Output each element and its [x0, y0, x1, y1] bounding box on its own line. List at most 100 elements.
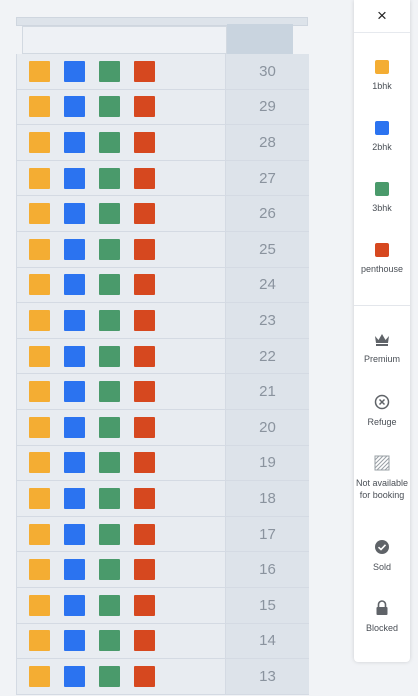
unit-penthouse[interactable] — [134, 487, 155, 509]
unit-3bhk[interactable] — [99, 452, 120, 474]
unit-2bhk[interactable] — [64, 523, 85, 545]
unit-3bhk[interactable] — [99, 559, 120, 581]
unit-2bhk[interactable] — [64, 167, 85, 189]
unit-2bhk[interactable] — [64, 665, 85, 687]
symbol-premium: Premium — [354, 333, 410, 365]
unit-1bhk[interactable] — [29, 203, 50, 225]
unit-2bhk[interactable] — [64, 60, 85, 82]
unit-2bhk[interactable] — [64, 630, 85, 652]
unit-3bhk[interactable] — [99, 60, 120, 82]
floor-row: 17 — [16, 516, 309, 553]
unit-penthouse[interactable] — [134, 416, 155, 438]
unit-penthouse[interactable] — [134, 96, 155, 118]
unit-3bhk[interactable] — [99, 167, 120, 189]
unit-2bhk[interactable] — [64, 594, 85, 616]
unit-1bhk[interactable] — [29, 238, 50, 260]
unit-penthouse[interactable] — [134, 167, 155, 189]
unit-penthouse[interactable] — [134, 665, 155, 687]
unit-3bhk[interactable] — [99, 345, 120, 367]
unit-penthouse[interactable] — [134, 238, 155, 260]
unit-3bhk[interactable] — [99, 274, 120, 296]
floor-number: 30 — [226, 54, 309, 89]
floor-units — [16, 623, 226, 659]
unit-1bhk[interactable] — [29, 345, 50, 367]
symbol-blocked: Blocked — [354, 600, 410, 634]
floor-row: 18 — [16, 481, 309, 517]
unit-penthouse[interactable] — [134, 523, 155, 545]
unit-2bhk[interactable] — [64, 274, 85, 296]
legend-label: 3bhk — [372, 203, 392, 213]
unit-1bhk[interactable] — [29, 381, 50, 403]
unit-penthouse[interactable] — [134, 203, 155, 225]
unit-1bhk[interactable] — [29, 523, 50, 545]
unit-2bhk[interactable] — [64, 452, 85, 474]
unit-2bhk[interactable] — [64, 381, 85, 403]
unit-penthouse[interactable] — [134, 452, 155, 474]
unit-penthouse[interactable] — [134, 559, 155, 581]
unit-3bhk[interactable] — [99, 487, 120, 509]
unit-3bhk[interactable] — [99, 523, 120, 545]
unit-2bhk[interactable] — [64, 238, 85, 260]
unit-3bhk[interactable] — [99, 203, 120, 225]
unit-2bhk[interactable] — [64, 96, 85, 118]
unit-penthouse[interactable] — [134, 60, 155, 82]
unit-2bhk[interactable] — [64, 309, 85, 331]
legend-item-1bhk[interactable]: 1bhk — [354, 60, 410, 91]
unit-3bhk[interactable] — [99, 96, 120, 118]
legend-item-2bhk[interactable]: 2bhk — [354, 121, 410, 152]
unit-3bhk[interactable] — [99, 630, 120, 652]
floor-number: 22 — [226, 338, 309, 374]
floor-units — [16, 374, 226, 409]
floor-number: 24 — [226, 267, 309, 303]
unit-1bhk[interactable] — [29, 167, 50, 189]
legend-item-3bhk[interactable]: 3bhk — [354, 182, 410, 213]
unit-1bhk[interactable] — [29, 594, 50, 616]
unit-1bhk[interactable] — [29, 559, 50, 581]
floor-units — [16, 125, 226, 160]
unit-1bhk[interactable] — [29, 416, 50, 438]
unit-1bhk[interactable] — [29, 96, 50, 118]
floor-row: 25 — [16, 231, 309, 268]
unit-2bhk[interactable] — [64, 487, 85, 509]
unit-penthouse[interactable] — [134, 381, 155, 403]
unit-penthouse[interactable] — [134, 345, 155, 367]
floor-units — [16, 481, 226, 516]
close-button[interactable]: × — [354, 0, 410, 33]
unit-2bhk[interactable] — [64, 203, 85, 225]
unit-3bhk[interactable] — [99, 665, 120, 687]
unit-3bhk[interactable] — [99, 238, 120, 260]
unit-1bhk[interactable] — [29, 60, 50, 82]
unit-1bhk[interactable] — [29, 309, 50, 331]
unit-3bhk[interactable] — [99, 594, 120, 616]
unit-3bhk[interactable] — [99, 416, 120, 438]
unit-penthouse[interactable] — [134, 309, 155, 331]
unit-1bhk[interactable] — [29, 274, 50, 296]
unit-1bhk[interactable] — [29, 665, 50, 687]
unit-1bhk[interactable] — [29, 487, 50, 509]
unit-1bhk[interactable] — [29, 630, 50, 652]
unit-1bhk[interactable] — [29, 452, 50, 474]
unit-2bhk[interactable] — [64, 345, 85, 367]
unit-1bhk[interactable] — [29, 131, 50, 153]
unit-penthouse[interactable] — [134, 131, 155, 153]
unit-3bhk[interactable] — [99, 131, 120, 153]
unit-3bhk[interactable] — [99, 381, 120, 403]
unit-penthouse[interactable] — [134, 274, 155, 296]
floor-units — [16, 267, 226, 303]
unit-penthouse[interactable] — [134, 594, 155, 616]
floor-units — [16, 409, 226, 445]
floor-units — [16, 160, 226, 196]
unit-2bhk[interactable] — [64, 416, 85, 438]
legend-item-penthouse[interactable]: penthouse — [354, 243, 410, 274]
floor-number: 18 — [226, 481, 309, 516]
unit-penthouse[interactable] — [134, 630, 155, 652]
symbol-label: Blocked — [365, 623, 399, 633]
legend-label: 2bhk — [372, 142, 392, 152]
floor-number: 21 — [226, 374, 309, 409]
unit-2bhk[interactable] — [64, 131, 85, 153]
floor-number: 27 — [226, 160, 309, 196]
unit-3bhk[interactable] — [99, 309, 120, 331]
floor-row: 14 — [16, 623, 309, 660]
floor-row: 16 — [16, 552, 309, 588]
unit-2bhk[interactable] — [64, 559, 85, 581]
